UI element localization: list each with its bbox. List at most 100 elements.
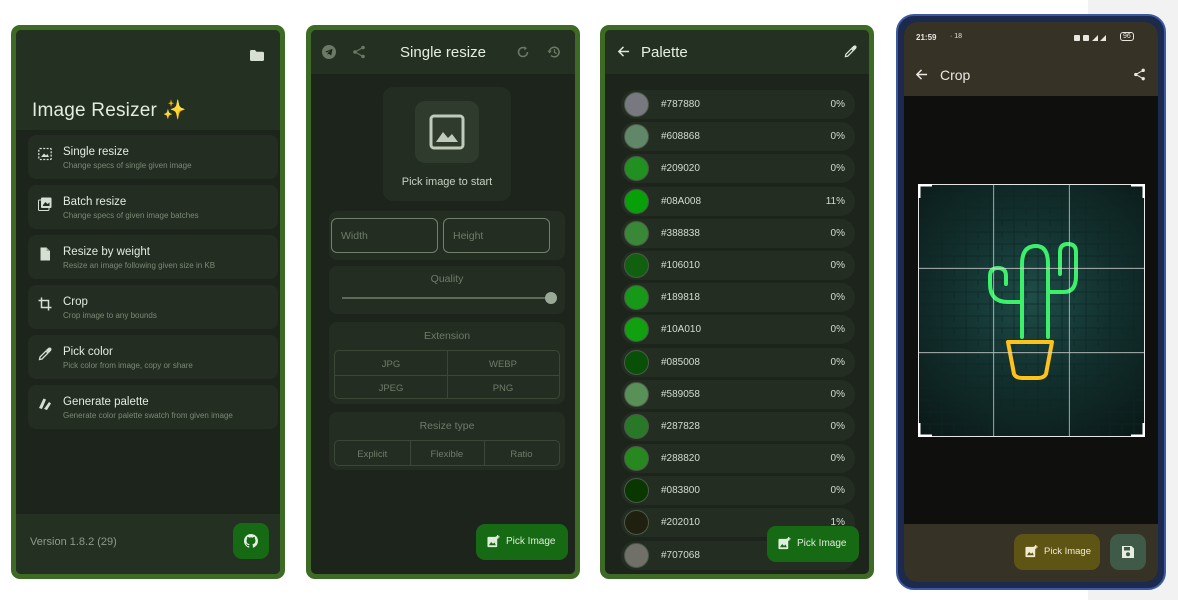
folder-icon[interactable] <box>250 50 264 61</box>
menu-item-single-resize[interactable]: Single resize Change specs of single giv… <box>28 135 278 179</box>
pick-image-button[interactable]: Pick Image <box>476 524 568 560</box>
color-percentage: 0% <box>830 388 845 400</box>
extension-option-png[interactable]: PNG <box>447 383 559 394</box>
palette-row[interactable]: #388838 0% <box>621 218 855 248</box>
menu-item-title: Batch resize <box>63 196 127 208</box>
menu-item-resize-by-weight[interactable]: Resize by weight Resize an image followi… <box>28 235 278 279</box>
crop-device-frame: 21:59 · 18 96 Crop Pick Image <box>896 14 1166 590</box>
palette-row[interactable]: #08A008 11% <box>621 186 855 216</box>
screen-title: Palette <box>641 44 688 61</box>
color-swatch <box>624 413 649 439</box>
github-button[interactable] <box>233 523 269 559</box>
palette-row[interactable]: #106010 0% <box>621 250 855 280</box>
palette-row[interactable]: #287828 0% <box>621 411 855 441</box>
color-swatch <box>624 92 649 117</box>
pick-image-label: Pick Image <box>797 538 847 549</box>
main-screen: Image Resizer ✨ Single resize Change spe… <box>16 30 280 574</box>
menu-item-pick-color[interactable]: Pick color Pick color from image, copy o… <box>28 335 278 379</box>
image-icon <box>429 114 465 150</box>
file-icon <box>40 247 50 261</box>
save-button[interactable] <box>1110 534 1146 570</box>
screen-title: Crop <box>940 67 971 83</box>
single-resize-icon <box>38 147 52 161</box>
quality-card: Quality <box>329 266 565 314</box>
dimensions-card: Width Height <box>329 211 565 260</box>
eyedropper-icon[interactable] <box>844 45 857 58</box>
menu-item-title: Generate palette <box>63 396 149 408</box>
crop-image[interactable] <box>918 184 1145 437</box>
eyedropper-icon <box>38 347 52 361</box>
color-swatch <box>624 124 649 150</box>
screen-title: Single resize <box>400 44 486 61</box>
color-hex: #189818 <box>661 292 700 304</box>
menu-item-title: Crop <box>63 296 88 308</box>
palette-icon <box>39 398 51 410</box>
status-bar: 21:59 · 18 96 <box>904 22 1158 52</box>
color-percentage: 0% <box>830 420 845 432</box>
extension-option-jpg[interactable]: JPG <box>335 359 447 370</box>
main-header: Image Resizer ✨ <box>16 30 280 130</box>
quality-label: Quality <box>430 273 464 285</box>
color-percentage: 0% <box>830 259 845 271</box>
battery-level: 96 <box>1120 32 1134 41</box>
color-swatch <box>624 156 649 182</box>
extension-grid: JPG WEBP JPEG PNG <box>334 350 560 399</box>
palette-row[interactable]: #083800 0% <box>621 476 855 506</box>
menu-item-subtitle: Pick color from image, copy or share <box>63 361 193 370</box>
single-resize-screen: Single resize Pick image to start Width … <box>311 30 575 574</box>
palette-row[interactable]: #085008 0% <box>621 347 855 377</box>
color-hex: #10A010 <box>661 324 702 336</box>
menu-item-subtitle: Change specs of single given image <box>63 161 192 170</box>
reset-icon[interactable] <box>516 45 530 59</box>
color-swatch <box>624 542 649 568</box>
color-hex: #209020 <box>661 163 700 175</box>
palette-row[interactable]: #10A010 0% <box>621 315 855 345</box>
resize-type-explicit[interactable]: Explicit <box>335 449 410 460</box>
menu-item-crop[interactable]: Crop Crop image to any bounds <box>28 285 278 329</box>
palette-row[interactable]: #189818 0% <box>621 283 855 313</box>
add-photo-icon <box>778 537 791 550</box>
extension-option-webp[interactable]: WEBP <box>447 359 559 370</box>
version-label: Version 1.8.2 (29) <box>30 536 117 548</box>
color-swatch <box>624 220 649 246</box>
color-percentage: 0% <box>830 131 845 143</box>
image-placeholder <box>415 101 479 163</box>
color-percentage: 11% <box>825 195 845 207</box>
color-percentage: 0% <box>830 99 845 110</box>
extension-option-jpeg[interactable]: JPEG <box>335 383 447 394</box>
palette-row[interactable]: #608868 0% <box>621 122 855 152</box>
back-arrow-icon[interactable] <box>617 45 630 58</box>
palette-row[interactable]: #209020 0% <box>621 154 855 184</box>
top-app-bar: Palette <box>605 30 869 74</box>
color-hex: #608868 <box>661 131 700 143</box>
menu-item-title: Resize by weight <box>63 246 150 258</box>
back-arrow-icon[interactable] <box>915 68 928 81</box>
history-icon[interactable] <box>547 45 561 59</box>
resize-type-ratio[interactable]: Ratio <box>484 449 559 460</box>
height-field[interactable]: Height <box>443 218 550 253</box>
resize-type-flexible[interactable]: Flexible <box>410 449 485 460</box>
quality-slider-track[interactable] <box>342 297 552 299</box>
app-title: Image Resizer ✨ <box>32 100 187 121</box>
feature-menu: Single resize Change specs of single giv… <box>28 135 278 435</box>
color-swatch <box>624 252 649 278</box>
palette-row[interactable]: #787880 0% <box>621 90 855 119</box>
pick-image-button[interactable]: Pick Image <box>1014 534 1100 570</box>
palette-row[interactable]: #589058 0% <box>621 379 855 409</box>
menu-item-generate-palette[interactable]: Generate palette Generate color palette … <box>28 385 278 429</box>
share-icon[interactable] <box>1133 68 1146 81</box>
quality-slider-thumb[interactable] <box>545 292 557 304</box>
color-hex: #388838 <box>661 227 700 239</box>
pick-image-area[interactable]: Pick image to start <box>383 87 511 201</box>
width-field[interactable]: Width <box>331 218 438 253</box>
single-resize-screen-frame: Single resize Pick image to start Width … <box>306 25 580 579</box>
color-swatch <box>624 349 649 375</box>
color-hex: #202010 <box>661 517 700 529</box>
palette-row[interactable]: #288820 0% <box>621 444 855 474</box>
color-percentage: 0% <box>830 453 845 465</box>
width-placeholder: Width <box>341 230 368 242</box>
menu-item-batch-resize[interactable]: Batch resize Change specs of given image… <box>28 185 278 229</box>
color-hex: #287828 <box>661 420 700 432</box>
color-swatch <box>624 381 649 407</box>
pick-image-button[interactable]: Pick Image <box>767 526 859 562</box>
